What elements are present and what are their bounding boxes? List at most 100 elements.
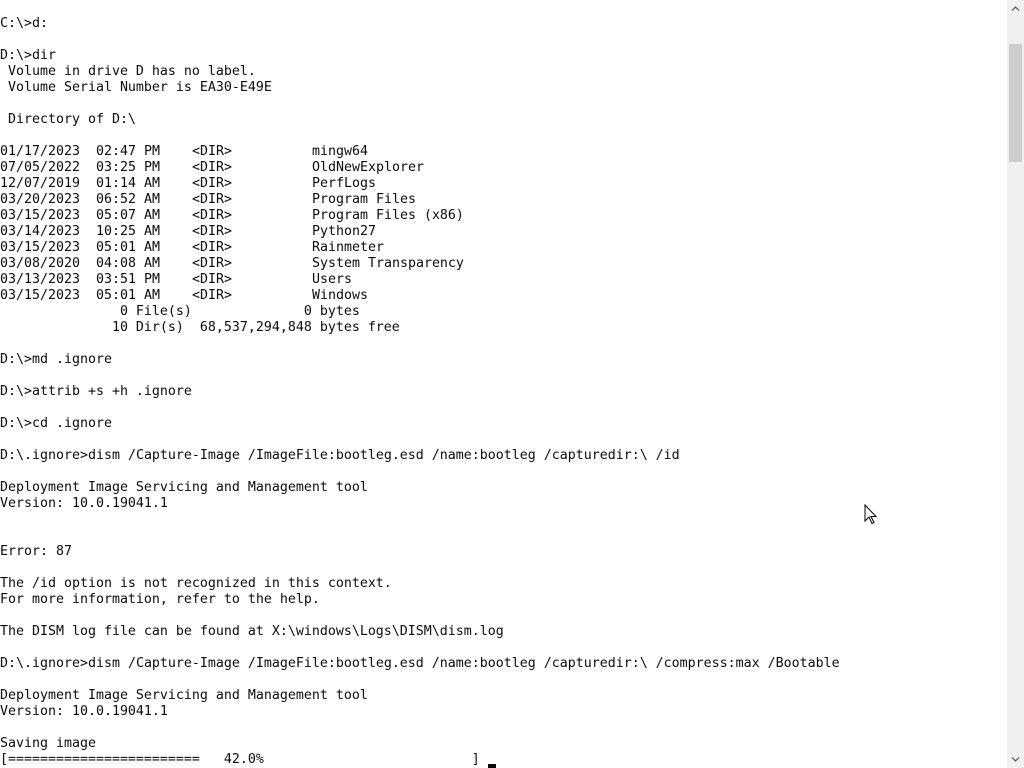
entry-date: 03/15/2023 — [0, 240, 80, 255]
command-line: D:\>md .ignore — [0, 352, 1007, 368]
entry-name: OldNewExplorer — [312, 160, 424, 175]
log-path-line: The DISM log file can be found at X:\win… — [0, 624, 504, 639]
entry-time: 02:47 PM — [96, 144, 160, 159]
entry-time: 10:25 AM — [96, 224, 160, 239]
command-line: C:\>d: — [0, 16, 1007, 32]
entry-date: 07/05/2022 — [0, 160, 80, 175]
entry-time: 03:51 PM — [96, 272, 160, 287]
command-line: D:\>dir — [0, 48, 1007, 64]
text-cursor — [487, 752, 496, 768]
prompt: D:\> — [0, 352, 32, 367]
command-text: cd .ignore — [31, 416, 112, 431]
entry-type: <DIR> — [192, 256, 232, 271]
entry-date: 03/20/2023 — [0, 192, 80, 207]
command-line: D:\>attrib +s +h .ignore — [0, 384, 1007, 400]
scroll-up-button[interactable] — [1007, 0, 1024, 17]
entry-time: 06:52 AM — [96, 192, 160, 207]
attrib-command-block: D:\>attrib +s +h .ignore — [0, 384, 1007, 400]
cd-command-block: D:\>cd .ignore — [0, 416, 1007, 432]
dism-attempt-1-block: D:\.ignore>dism /Capture-Image /ImageFil… — [0, 448, 1007, 640]
entry-time: 05:01 AM — [96, 240, 160, 255]
command-line: D:\.ignore>dism /Capture-Image /ImageFil… — [0, 656, 1007, 672]
prompt: D:\.ignore> — [0, 656, 88, 671]
command-text: attrib +s +h .ignore — [31, 384, 192, 399]
command-text: dism /Capture-Image /ImageFile:bootleg.e… — [87, 448, 680, 463]
entry-date: 03/15/2023 — [0, 208, 80, 223]
command-text: dism /Capture-Image /ImageFile:bootleg.e… — [87, 656, 840, 671]
dir-entry: 03/15/2023 05:07 AM <DIR> Program Files (x8… — [0, 208, 1007, 224]
dir-command-block: D:\>dir Volume in drive D has no label. … — [0, 48, 1007, 336]
entry-name: mingw64 — [312, 144, 368, 159]
entry-name: Windows — [312, 288, 368, 303]
progress-line[interactable]: [======================== 42.0% ] — [0, 752, 1007, 768]
entry-date: 01/17/2023 — [0, 144, 80, 159]
entry-name: PerfLogs — [312, 176, 376, 191]
entry-date: 03/13/2023 — [0, 272, 80, 287]
vertical-scrollbar[interactable] — [1007, 0, 1024, 768]
serial-number-line: Volume Serial Number is EA30-E49E — [0, 80, 272, 95]
entry-date: 03/14/2023 — [0, 224, 80, 239]
tool-name-line: Deployment Image Servicing and Managemen… — [0, 480, 368, 495]
entry-date: 03/15/2023 — [0, 288, 80, 303]
entry-type: <DIR> — [192, 288, 232, 303]
entry-name: Python27 — [312, 224, 376, 239]
scrollbar-track[interactable] — [1007, 17, 1024, 751]
error-code-line: Error: 87 — [0, 544, 72, 559]
status-line: Saving image — [0, 736, 96, 751]
entry-date: 12/07/2019 — [0, 176, 80, 191]
dir-listing: 01/17/2023 02:47 PM <DIR> mingw64 07/05/202… — [0, 144, 1007, 304]
dir-entry: 03/15/2023 05:01 AM <DIR> Rainmeter — [0, 240, 1007, 256]
version-line: Version: 10.0.19041.1 — [0, 704, 168, 719]
entry-time: 03:25 PM — [96, 160, 160, 175]
command-line: D:\>cd .ignore — [0, 416, 1007, 432]
directory-of-line: Directory of D:\ — [0, 112, 136, 127]
prompt: D:\> — [0, 48, 32, 63]
entry-type: <DIR> — [192, 240, 232, 255]
scrollbar-thumb[interactable] — [1009, 44, 1022, 162]
entry-type: <DIR> — [192, 224, 232, 239]
dir-entry: 07/05/2022 03:25 PM <DIR> OldNewExplorer — [0, 160, 1007, 176]
prompt: D:\.ignore> — [0, 448, 88, 463]
dirs-summary-line: 10 Dir(s) 68,537,294,848 bytes free — [0, 320, 400, 335]
entry-type: <DIR> — [192, 144, 232, 159]
entry-time: 04:08 AM — [96, 256, 160, 271]
tool-name-line: Deployment Image Servicing and Managemen… — [0, 688, 368, 703]
entry-name: Rainmeter — [312, 240, 384, 255]
dir-entry: 01/17/2023 02:47 PM <DIR> mingw64 — [0, 144, 1007, 160]
entry-name: Users — [312, 272, 352, 287]
dir-entry: 03/15/2023 05:01 AM <DIR> Windows — [0, 288, 1007, 304]
entry-type: <DIR> — [192, 160, 232, 175]
entry-name: System Transparency — [312, 256, 464, 271]
dir-entry: 03/14/2023 10:25 AM <DIR> Python27 — [0, 224, 1007, 240]
md-command-block: D:\>md .ignore — [0, 352, 1007, 368]
error-message-line: The /id option is not recognized in this… — [0, 576, 392, 591]
dir-entry: 03/20/2023 06:52 AM <DIR> Program Files — [0, 192, 1007, 208]
prompt: D:\> — [0, 384, 32, 399]
files-summary-line: 0 File(s) 0 bytes — [0, 304, 360, 319]
entry-type: <DIR> — [192, 272, 232, 287]
console-window[interactable]: C:\>d: D:\>dir Volume in drive D has no … — [0, 0, 1007, 768]
command-text: d: — [31, 16, 48, 31]
command-text: dir — [31, 48, 56, 63]
prompt: D:\> — [0, 416, 32, 431]
command-text: md .ignore — [31, 352, 112, 367]
chevron-up-icon — [1011, 6, 1020, 11]
scroll-down-button[interactable] — [1007, 751, 1024, 768]
dir-entry: 12/07/2019 01:14 AM <DIR> PerfLogs — [0, 176, 1007, 192]
entry-name: Program Files (x86) — [312, 208, 464, 223]
dir-entry: 03/13/2023 03:51 PM <DIR> Users — [0, 272, 1007, 288]
